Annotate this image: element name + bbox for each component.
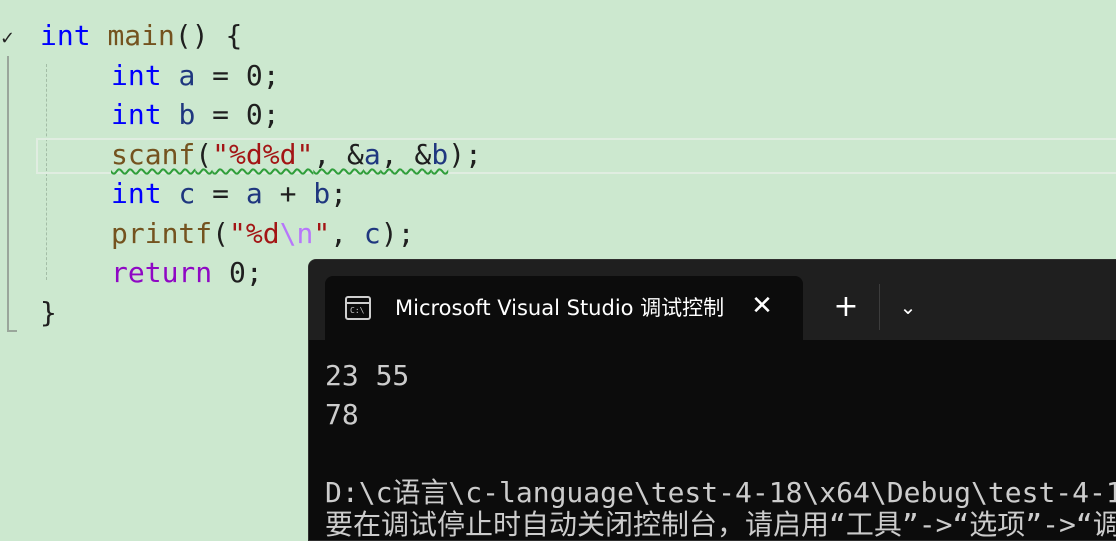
function-name: printf	[111, 217, 213, 250]
string-literal: "	[313, 217, 331, 250]
punctuation: ;	[245, 256, 263, 289]
code-line-4[interactable]: scanf("%d%d", &a, &b);	[111, 137, 482, 173]
punctuation: , &	[380, 138, 432, 171]
code-line-7[interactable]: return 0;	[111, 255, 263, 291]
console-output-line: 要在调试停止时自动关闭控制台，请启用“工具”->“选项”->“调试”->“调试停…	[325, 508, 1116, 541]
keyword: int	[111, 59, 162, 92]
variable: a	[363, 138, 381, 171]
number-literal: 0	[245, 59, 263, 92]
console-output-line: 23 55	[325, 359, 410, 392]
code-line-6[interactable]: printf("%d\n", c);	[111, 216, 414, 252]
punctuation: );	[380, 217, 415, 250]
number-literal: 0	[229, 256, 246, 289]
tab-title: Microsoft Visual Studio 调试控制台	[395, 296, 725, 320]
operator: =	[195, 177, 246, 210]
number-literal: 0	[245, 98, 263, 131]
plus-icon[interactable]: +	[829, 290, 863, 324]
warning-squiggle[interactable]: scanf("%d%d", &a, &b	[111, 138, 448, 171]
punctuation: () {	[174, 19, 243, 52]
closing-brace: }	[40, 296, 57, 329]
punctuation: ,	[330, 217, 364, 250]
terminal-tab-bar: C:\ Microsoft Visual Studio 调试控制台 ✕ + ⌄	[309, 260, 1116, 340]
variable: c	[363, 217, 381, 250]
control-keyword: return	[111, 256, 213, 289]
variable: b	[178, 98, 196, 131]
keyword: int	[40, 19, 91, 52]
code-line-2[interactable]: int a = 0;	[111, 58, 280, 94]
code-line-1[interactable]: int main() {	[40, 18, 242, 54]
variable: b	[313, 177, 331, 210]
debug-console-window[interactable]: C:\ Microsoft Visual Studio 调试控制台 ✕ + ⌄ …	[308, 259, 1116, 541]
string-literal: "%d%d"	[212, 138, 314, 171]
tab-divider	[879, 284, 880, 330]
console-tab[interactable]: C:\ Microsoft Visual Studio 调试控制台 ✕	[325, 276, 803, 340]
punctuation: (	[212, 217, 230, 250]
punctuation: ;	[262, 59, 280, 92]
escape-sequence: \n	[279, 217, 314, 250]
operator: =	[195, 98, 246, 131]
variable: a	[245, 177, 263, 210]
code-line-5[interactable]: int c = a + b;	[111, 176, 347, 212]
punctuation: , &	[313, 138, 364, 171]
outline-bar	[7, 56, 9, 330]
keyword: int	[111, 177, 162, 210]
punctuation: ;	[330, 177, 348, 210]
close-icon[interactable]: ✕	[747, 291, 777, 321]
punctuation: (	[195, 138, 213, 171]
outline-bar-end	[7, 330, 17, 332]
string-literal: "%d	[229, 217, 280, 250]
variable: c	[178, 177, 196, 210]
function-name: main	[107, 19, 175, 52]
operator: =	[195, 59, 246, 92]
punctuation: ;	[262, 98, 280, 131]
fold-toggle-icon[interactable]: ✓	[0, 28, 20, 50]
code-line-3[interactable]: int b = 0;	[111, 97, 280, 133]
console-output-line: 78	[325, 398, 359, 431]
code-line-8[interactable]: }	[40, 295, 57, 331]
keyword: int	[111, 98, 162, 131]
console-icon-label: C:\	[350, 306, 365, 315]
punctuation: );	[448, 138, 482, 171]
chevron-down-icon[interactable]: ⌄	[893, 290, 923, 324]
function-name: scanf	[111, 138, 196, 171]
console-icon: C:\	[345, 296, 371, 320]
variable: b	[431, 138, 449, 171]
operator: +	[262, 177, 314, 210]
variable: a	[178, 59, 196, 92]
